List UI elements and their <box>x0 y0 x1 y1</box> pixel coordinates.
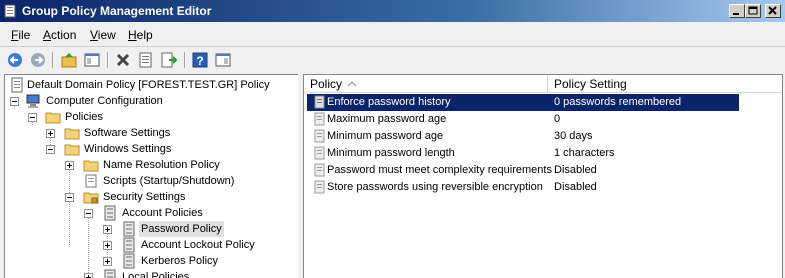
forward-icon[interactable] <box>28 50 48 70</box>
policy-book-icon <box>104 269 116 278</box>
expand-toggle[interactable] <box>103 241 112 250</box>
help-icon[interactable]: ? <box>190 50 210 70</box>
properties-icon[interactable] <box>136 50 156 70</box>
policy-setting-icon <box>314 95 325 109</box>
folder-icon <box>64 144 80 156</box>
list-item-complexity-requirements[interactable]: Password must meet complexity requiremen… <box>307 162 739 179</box>
group-policy-editor-window: Group Policy Management Editor File Acti… <box>0 0 785 278</box>
collapse-toggle[interactable] <box>10 97 19 106</box>
security-icon <box>83 192 99 204</box>
tree-node-label: Security Settings <box>103 191 186 203</box>
expand-toggle[interactable] <box>103 225 112 234</box>
list-item-minimum-password-age[interactable]: Minimum password age 30 days <box>307 128 739 145</box>
svg-text:?: ? <box>196 54 203 68</box>
policy-setting: 0 passwords remembered <box>554 96 682 108</box>
tree-node-label: Local Policies <box>122 271 190 278</box>
sort-ascending-icon <box>348 81 356 87</box>
collapse-toggle[interactable] <box>65 193 74 202</box>
tree-node-label: Name Resolution Policy <box>103 159 220 171</box>
tree-connector <box>88 213 89 277</box>
minimize-icon <box>733 13 739 15</box>
policy-setting-icon <box>314 129 325 143</box>
list-item-reversible-encryption[interactable]: Store passwords using reversible encrypt… <box>307 179 739 196</box>
collapse-toggle[interactable] <box>84 209 93 218</box>
folder-icon <box>64 128 80 140</box>
collapse-toggle[interactable] <box>28 113 37 122</box>
policy-list[interactable]: Policy Policy Setting Enforce password h… <box>303 74 783 278</box>
tree-node-label: Scripts (Startup/Shutdown) <box>103 175 235 187</box>
policy-setting: 1 characters <box>554 147 615 159</box>
expand-toggle[interactable] <box>103 257 112 266</box>
policy-setting-icon <box>314 180 325 194</box>
tree-connector <box>69 165 70 245</box>
policy-book-icon <box>123 237 135 253</box>
computer-icon <box>26 94 40 108</box>
policy-name: Enforce password history <box>327 96 451 108</box>
policy-name: Maximum password age <box>327 113 447 125</box>
close-button[interactable] <box>765 4 781 18</box>
minimize-button[interactable] <box>729 4 745 18</box>
tree-node-label: Password Policy <box>139 221 224 237</box>
folder-icon <box>45 112 61 124</box>
title-bar[interactable]: Group Policy Management Editor <box>0 0 785 22</box>
tree-node-label: Policies <box>65 111 103 123</box>
tree-node-label: Windows Settings <box>84 143 172 155</box>
back-icon[interactable] <box>5 50 25 70</box>
policy-setting-icon <box>314 163 325 177</box>
tree-node-label: Default Domain Policy [FOREST.TEST.GR] P… <box>27 79 270 91</box>
policy-setting-icon <box>314 146 325 160</box>
toolbar-separator <box>107 52 109 68</box>
policy-setting: Disabled <box>554 181 597 193</box>
column-header-label: Policy <box>310 77 343 91</box>
delete-icon[interactable] <box>113 50 133 70</box>
menu-bar: File Action View Help <box>0 24 785 44</box>
maximize-button[interactable] <box>745 4 761 18</box>
folder-icon <box>83 160 99 172</box>
up-folder-icon[interactable] <box>59 50 79 70</box>
tree-node-label: Account Policies <box>122 207 203 219</box>
list-item-enforce-password-history[interactable]: Enforce password history 0 passwords rem… <box>307 94 739 111</box>
tree-node-label: Computer Configuration <box>46 95 163 107</box>
menu-view[interactable]: View <box>90 28 116 42</box>
list-item-minimum-password-length[interactable]: Minimum password length 1 characters <box>307 145 739 162</box>
menu-action[interactable]: Action <box>43 28 76 42</box>
scripts-icon <box>85 174 97 188</box>
action-pane-icon[interactable] <box>213 50 233 70</box>
show-hide-tree-icon[interactable] <box>82 50 102 70</box>
column-header-policy[interactable]: Policy <box>304 75 548 93</box>
expand-toggle[interactable] <box>46 129 55 138</box>
policy-document-icon <box>11 77 23 93</box>
column-header-label: Policy Setting <box>554 77 627 91</box>
close-icon <box>768 6 777 15</box>
policy-setting: Disabled <box>554 164 597 176</box>
menu-file[interactable]: File <box>11 28 30 42</box>
export-list-icon[interactable] <box>159 50 179 70</box>
tree-node-label: Software Settings <box>84 127 171 139</box>
list-item-maximum-password-age[interactable]: Maximum password age 0 <box>307 111 739 128</box>
toolbar-separator <box>52 52 54 68</box>
column-header-policy-setting[interactable]: Policy Setting <box>548 75 782 93</box>
collapse-toggle[interactable] <box>46 145 55 154</box>
policy-name: Minimum password length <box>327 147 455 159</box>
policy-setting-icon <box>314 112 325 126</box>
menu-help[interactable]: Help <box>128 28 153 42</box>
policy-name: Password must meet complexity requiremen… <box>327 164 552 176</box>
tree-node-label: Account Lockout Policy <box>141 239 255 251</box>
policy-setting: 0 <box>554 113 561 125</box>
expand-toggle[interactable] <box>65 161 74 170</box>
window-title: Group Policy Management Editor <box>22 4 212 18</box>
maximize-icon <box>748 6 758 15</box>
toolbar: ? <box>0 46 785 73</box>
policy-book-icon <box>104 205 116 221</box>
toolbar-separator <box>184 52 186 68</box>
policy-book-icon <box>123 221 135 237</box>
policy-name: Store passwords using reversible encrypt… <box>327 181 543 193</box>
tree-node-label: Kerberos Policy <box>141 255 219 267</box>
expand-toggle[interactable] <box>84 273 93 278</box>
app-icon <box>4 4 16 18</box>
policy-name: Minimum password age <box>327 130 444 142</box>
console-tree[interactable]: Default Domain Policy [FOREST.TEST.GR] P… <box>4 74 299 278</box>
policy-book-icon <box>123 253 135 269</box>
policy-setting: 30 days <box>554 130 593 142</box>
